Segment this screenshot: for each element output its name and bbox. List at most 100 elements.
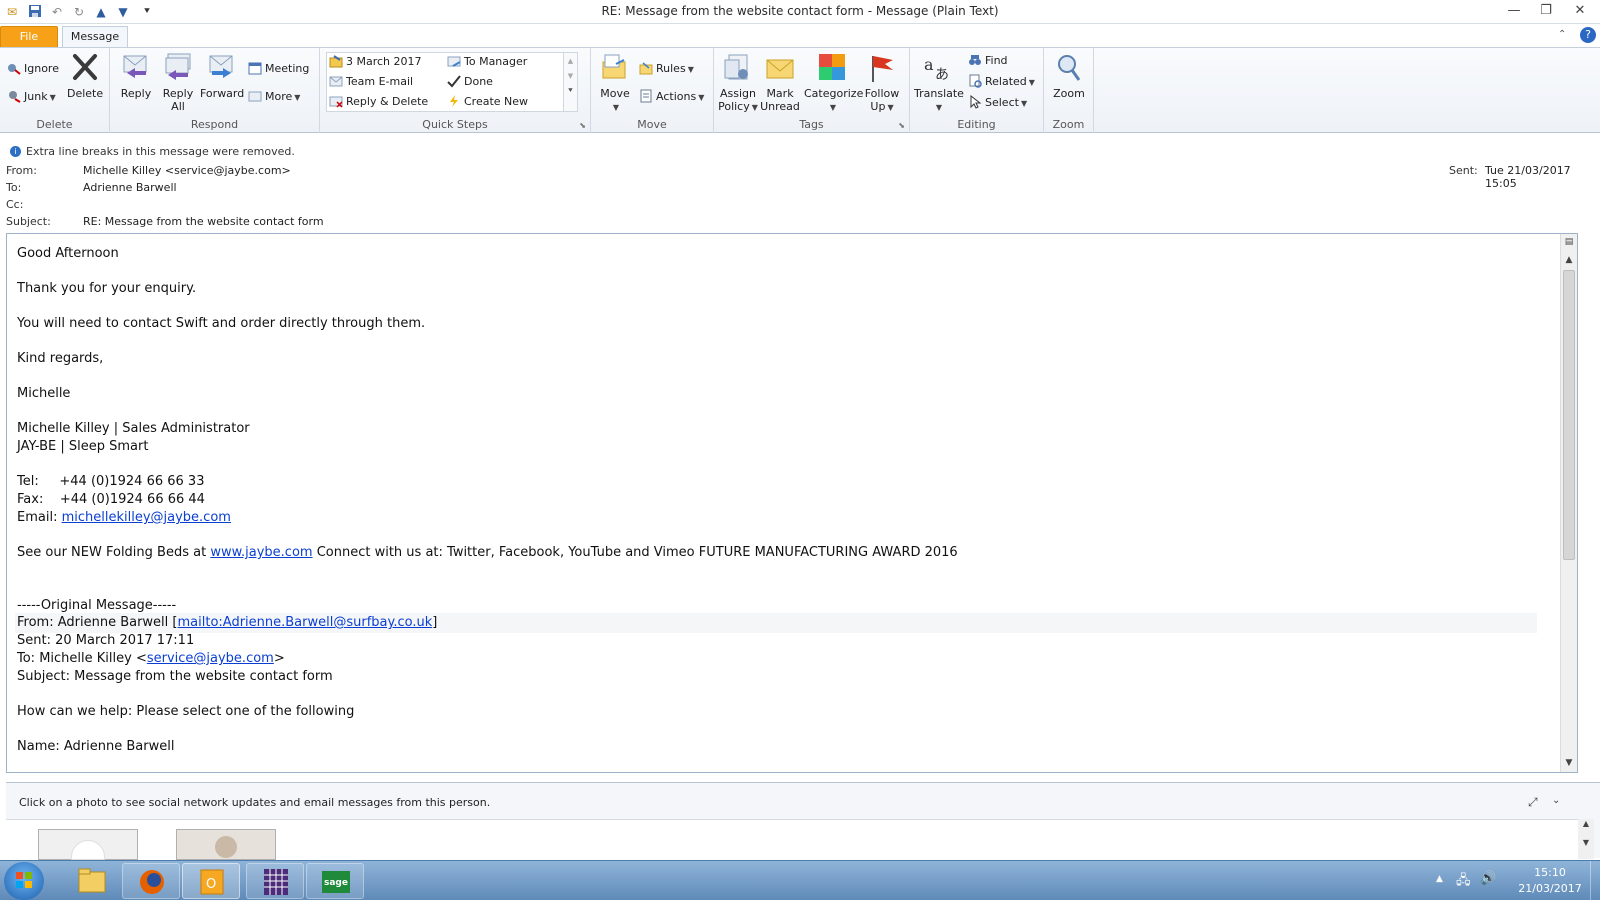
- quick-step-team-email[interactable]: Team E-mail: [329, 73, 413, 91]
- show-hidden-icons[interactable]: ▲: [1436, 874, 1443, 884]
- chevron-down-icon: ▼: [698, 93, 705, 102]
- signature-fax: Fax: +44 (0)1924 66 66 44: [17, 492, 205, 507]
- email-link[interactable]: michellekilley@jaybe.com: [62, 510, 231, 525]
- minimize-ribbon-icon[interactable]: ⌃: [1558, 29, 1566, 40]
- chevron-down-icon[interactable]: ⌄: [1552, 795, 1560, 806]
- quick-steps-scroll[interactable]: ▲ ▼ ⯆: [563, 53, 577, 111]
- firefox-taskbar-button[interactable]: [122, 863, 180, 899]
- tab-message[interactable]: Message: [62, 26, 128, 48]
- meeting-calendar-icon: [248, 61, 262, 75]
- move-group-label: Move: [637, 118, 667, 131]
- delete-group-label: Delete: [36, 118, 73, 131]
- forward-button[interactable]: Forward: [200, 52, 244, 100]
- meeting-button[interactable]: Meeting: [248, 60, 309, 78]
- select-label: Select: [985, 96, 1019, 109]
- subject-value: RE: Message from the website contact for…: [83, 215, 324, 228]
- original-message-header: -----Original Message-----: [17, 598, 177, 613]
- related-label: Related: [985, 75, 1027, 88]
- scroll-down-icon[interactable]: ▼: [1578, 838, 1594, 847]
- message-body[interactable]: Good Afternoon Thank you for your enquir…: [6, 233, 1578, 773]
- service-email-link[interactable]: service@jaybe.com: [147, 651, 274, 666]
- promo-text: Connect with us at: Twitter, Facebook, Y…: [312, 545, 958, 560]
- from-value[interactable]: Michelle Killey <service@jaybe.com>: [83, 164, 291, 177]
- start-button[interactable]: [4, 862, 44, 900]
- body-greeting: Good Afternoon: [17, 246, 119, 261]
- translate-button[interactable]: aあ Translate ▼: [914, 52, 964, 113]
- assign-policy-button[interactable]: Assign Policy ▼: [718, 52, 758, 113]
- move-label: Move: [600, 87, 630, 100]
- signature-tel: Tel: +44 (0)1924 66 66 33: [17, 474, 205, 489]
- quick-step-3-march-2017[interactable]: 3 March 2017: [329, 53, 422, 71]
- mark-unread-envelope-icon: [766, 59, 794, 79]
- outlook-taskbar-button[interactable]: O: [182, 863, 240, 899]
- volume-icon[interactable]: 🔊: [1480, 871, 1496, 886]
- sage-icon: sage: [322, 871, 350, 893]
- calculator-app-taskbar-button[interactable]: [246, 863, 304, 899]
- minimize-button[interactable]: —: [1500, 2, 1528, 20]
- actions-button[interactable]: Actions ▼: [639, 88, 704, 106]
- signature-company: JAY-BE | Sleep Smart: [17, 439, 149, 454]
- scroll-up-icon[interactable]: ▲: [1561, 252, 1577, 268]
- tab-file[interactable]: File: [0, 26, 58, 48]
- scrollbar-thumb[interactable]: [1563, 270, 1575, 560]
- info-bar: i Extra line breaks in this message were…: [0, 143, 1600, 161]
- network-icon[interactable]: 🖧: [1456, 871, 1471, 893]
- delete-button[interactable]: Delete: [67, 52, 103, 100]
- quick-step-create-new[interactable]: Create New: [447, 93, 528, 111]
- team-email-icon: [329, 74, 343, 88]
- sage-taskbar-button[interactable]: sage: [306, 863, 364, 899]
- quick-step-to-manager[interactable]: To Manager: [447, 53, 527, 71]
- mailto-link[interactable]: mailto:Adrienne.Barwell@surfbay.co.uk: [178, 615, 433, 630]
- split-view-icon[interactable]: ▤: [1561, 234, 1577, 250]
- more-respond-button[interactable]: More ▼: [248, 88, 300, 106]
- rules-icon: [639, 61, 653, 75]
- expand-gallery-icon[interactable]: ⯆: [564, 86, 577, 96]
- scroll-down-icon[interactable]: ▼: [1561, 755, 1577, 771]
- svg-text:あ: あ: [935, 67, 949, 83]
- help-icon[interactable]: ?: [1580, 27, 1596, 43]
- reply-button[interactable]: Reply: [118, 52, 154, 100]
- close-button[interactable]: ✕: [1566, 2, 1594, 20]
- show-desktop-button[interactable]: [1590, 861, 1600, 901]
- junk-button[interactable]: Junk ▼: [7, 88, 56, 106]
- rules-button[interactable]: Rules ▼: [639, 60, 694, 78]
- clock-date[interactable]: 21/03/2017: [1510, 882, 1590, 895]
- explorer-taskbar-button[interactable]: [62, 863, 120, 899]
- website-link[interactable]: www.jaybe.com: [210, 545, 312, 560]
- scroll-up-icon[interactable]: ▲: [564, 57, 577, 65]
- follow-up-button[interactable]: Follow Up ▼: [862, 52, 902, 113]
- reply-label: Reply: [120, 87, 152, 100]
- contact-photo-placeholder[interactable]: [38, 829, 138, 860]
- related-button[interactable]: Related ▼: [968, 73, 1035, 91]
- to-value[interactable]: Adrienne Barwell: [83, 181, 177, 194]
- categorize-button[interactable]: Categorize ▼: [804, 52, 863, 113]
- info-icon: i: [10, 146, 21, 157]
- binoculars-icon: [968, 53, 982, 67]
- people-scrollbar[interactable]: ▲ ▼: [1578, 819, 1594, 859]
- original-name: Name: Adrienne Barwell: [17, 739, 175, 754]
- restore-button[interactable]: ❐: [1532, 2, 1560, 20]
- tags-group-label: Tags: [799, 118, 824, 131]
- move-button[interactable]: Move ▼: [597, 52, 633, 113]
- contact-photo[interactable]: [176, 829, 276, 860]
- reply-delete-icon: [329, 94, 343, 108]
- body-scrollbar[interactable]: ▤ ▲ ▼: [1560, 234, 1577, 772]
- quick-step-label: Create New: [464, 95, 529, 108]
- select-button[interactable]: Select ▼: [968, 94, 1027, 112]
- scroll-up-icon[interactable]: ▲: [1578, 819, 1594, 828]
- zoom-button[interactable]: Zoom: [1050, 52, 1088, 100]
- quick-step-reply-delete[interactable]: Reply & Delete: [329, 93, 428, 111]
- expand-icon[interactable]: ⤢: [1528, 795, 1538, 810]
- checkmark-icon: [447, 74, 461, 88]
- delete-group: Ignore Junk ▼ Delete Delete: [0, 48, 110, 133]
- clock-time[interactable]: 15:10: [1520, 866, 1580, 879]
- translate-label: Translate: [914, 87, 964, 100]
- ignore-button[interactable]: Ignore: [7, 60, 59, 78]
- mark-unread-button[interactable]: Mark Unread: [760, 52, 800, 113]
- original-sent: Sent: 20 March 2017 17:11: [17, 633, 195, 648]
- quick-step-done[interactable]: Done: [447, 73, 493, 91]
- scroll-down-icon[interactable]: ▼: [564, 72, 577, 80]
- find-label: Find: [985, 54, 1008, 67]
- find-button[interactable]: Find: [968, 52, 1008, 70]
- reply-all-button[interactable]: Reply All: [158, 52, 198, 113]
